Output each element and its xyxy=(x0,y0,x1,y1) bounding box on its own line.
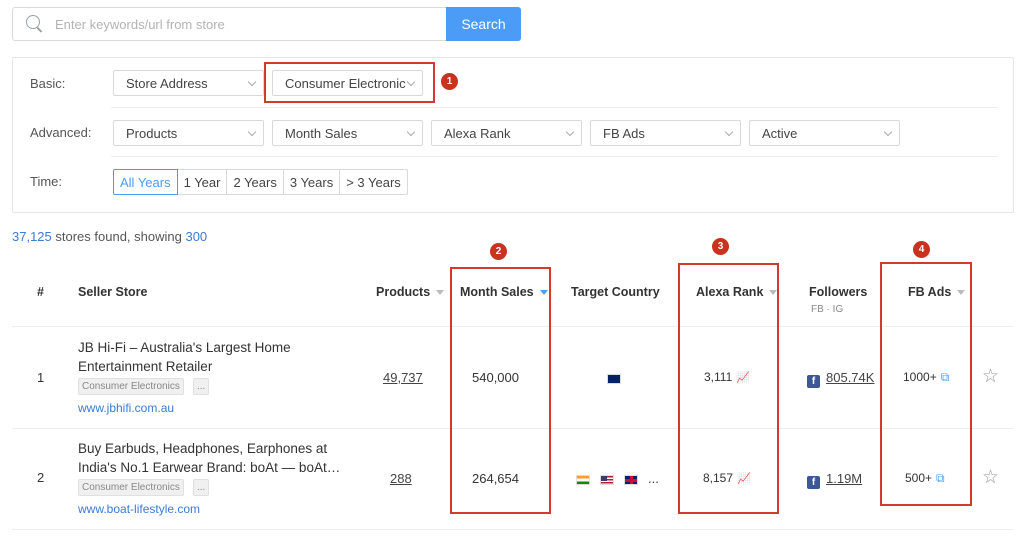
india-flag-icon xyxy=(576,474,590,485)
store-url-link[interactable]: www.boat-lifestyle.com xyxy=(78,502,200,516)
search-input[interactable] xyxy=(55,16,435,32)
row-number: 1 xyxy=(37,370,45,385)
select-label: Active xyxy=(762,125,798,141)
favorite-star-icon[interactable]: ☆ xyxy=(982,466,999,489)
followers-count: 805.74K xyxy=(826,370,875,385)
store-title[interactable]: JB Hi-Fi – Australia's Largest Home Ente… xyxy=(78,338,350,376)
more-countries[interactable]: ... xyxy=(648,471,659,486)
chevron-down-icon xyxy=(247,127,257,137)
annotation-badge-2: 2 xyxy=(490,243,507,260)
divider xyxy=(12,529,1014,530)
category-tag: Consumer Electronics xyxy=(78,378,184,395)
chevron-down-icon xyxy=(406,127,416,137)
products-select[interactable]: Products xyxy=(113,120,264,146)
chevron-down-icon xyxy=(883,127,893,137)
sort-icon xyxy=(436,290,445,296)
col-seller-store: Seller Store xyxy=(78,285,148,299)
uk-flag-icon xyxy=(624,474,638,485)
select-label: Month Sales xyxy=(285,125,358,141)
col-followers: Followers xyxy=(809,285,868,299)
facebook-icon: f xyxy=(807,375,820,388)
select-label: Store Address xyxy=(126,75,208,91)
target-countries: ... xyxy=(576,471,659,486)
followers-subhead[interactable]: FB · IG xyxy=(811,304,843,315)
time-segmented-control: All Years 1 Year 2 Years 3 Years > 3 Yea… xyxy=(113,169,408,195)
time-label: Time: xyxy=(30,173,63,189)
chevron-down-icon xyxy=(724,127,734,137)
favorite-star-icon[interactable]: ☆ xyxy=(982,365,999,388)
fb-ads-select[interactable]: FB Ads xyxy=(590,120,741,146)
category-tag: Consumer Electronics xyxy=(78,479,184,496)
annotation-badge-4: 4 xyxy=(913,241,930,258)
time-1-year[interactable]: 1 Year xyxy=(176,169,228,195)
annotation-box-2 xyxy=(450,267,551,514)
facebook-icon: f xyxy=(807,476,820,489)
store-address-select[interactable]: Store Address xyxy=(113,70,264,96)
store-title[interactable]: Buy Earbuds, Headphones, Earphones at In… xyxy=(78,439,350,477)
row-number: 2 xyxy=(37,470,45,485)
more-tags[interactable]: ... xyxy=(193,479,210,496)
annotation-box-4 xyxy=(880,262,972,506)
search-box[interactable] xyxy=(12,7,446,41)
basic-label: Basic: xyxy=(30,75,66,91)
time-all-years[interactable]: All Years xyxy=(113,169,178,195)
col-products[interactable]: Products xyxy=(376,285,445,299)
col-number: # xyxy=(37,285,44,299)
target-countries xyxy=(607,370,631,385)
time-over-3-years[interactable]: > 3 Years xyxy=(339,169,408,195)
select-label: Alexa Rank xyxy=(444,125,511,141)
us-flag-icon xyxy=(600,474,614,485)
australia-flag-icon xyxy=(607,373,621,384)
results-count: 37,125 xyxy=(12,229,52,244)
annotation-badge-1: 1 xyxy=(441,73,458,90)
chevron-down-icon xyxy=(565,127,575,137)
active-select[interactable]: Active xyxy=(749,120,900,146)
annotation-badge-3: 3 xyxy=(712,238,729,255)
products-link[interactable]: 288 xyxy=(390,471,412,486)
select-label: Products xyxy=(126,125,178,141)
basic-filter-row: Basic: Store Address Consumer Electronic xyxy=(13,59,1013,107)
advanced-label: Advanced: xyxy=(30,124,92,140)
advanced-filter-row: Advanced: Products Month Sales Alexa Ran… xyxy=(13,108,1013,156)
filter-panel: Basic: Store Address Consumer Electronic… xyxy=(12,57,1014,213)
annotation-box-3 xyxy=(678,263,779,514)
select-label: FB Ads xyxy=(603,125,645,141)
followers-value[interactable]: f 1.19M xyxy=(807,471,862,489)
month-sales-select[interactable]: Month Sales xyxy=(272,120,423,146)
more-tags[interactable]: ... xyxy=(193,378,210,395)
col-target-country: Target Country xyxy=(571,285,660,299)
results-summary: 37,125 stores found, showing 300 xyxy=(12,229,207,244)
store-url-link[interactable]: www.jbhifi.com.au xyxy=(78,401,174,415)
followers-value[interactable]: f 805.74K xyxy=(807,370,874,388)
chevron-down-icon xyxy=(247,77,257,87)
annotation-box-1 xyxy=(264,62,435,103)
search-icon xyxy=(25,14,45,34)
search-button[interactable]: Search xyxy=(446,7,521,41)
followers-count: 1.19M xyxy=(826,471,863,486)
time-2-years[interactable]: 2 Years xyxy=(226,169,284,195)
products-link[interactable]: 49,737 xyxy=(383,370,423,385)
alexa-rank-select[interactable]: Alexa Rank xyxy=(431,120,582,146)
time-3-years[interactable]: 3 Years xyxy=(282,169,341,195)
time-filter-row: Time: All Years 1 Year 2 Years 3 Years >… xyxy=(13,157,1013,205)
results-text: stores found, showing xyxy=(51,229,186,244)
col-label: Products xyxy=(376,285,431,299)
showing-count: 300 xyxy=(185,229,208,244)
